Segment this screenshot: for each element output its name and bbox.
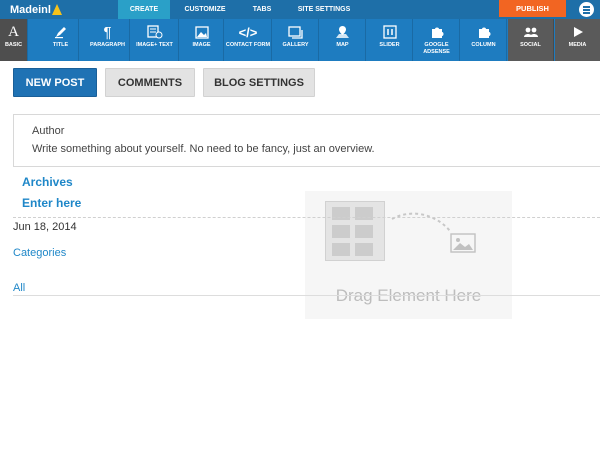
categories-link[interactable]: Categories — [13, 247, 66, 259]
tool-image[interactable]: IMAGE — [180, 19, 224, 61]
element-toolbar: A BASIC TITLE ¶ PARAGRAPH IMAGE+ TEXT IM… — [0, 19, 600, 61]
social-icon — [508, 23, 553, 41]
archives-heading: Archives — [22, 175, 73, 189]
tool-gallery[interactable]: GALLERY — [273, 19, 319, 61]
blog-settings-button[interactable]: BLOG SETTINGS — [203, 68, 315, 97]
tool-image-text[interactable]: IMAGE+ TEXT — [131, 19, 179, 61]
image-icon — [180, 23, 223, 41]
tool-map[interactable]: MAP — [320, 19, 366, 61]
top-nav-bar: Madeinl CREATE CUSTOMIZE TABS SITE SETTI… — [0, 0, 600, 19]
tool-paragraph[interactable]: ¶ PARAGRAPH — [86, 19, 130, 61]
archives-enter-link[interactable]: Enter here — [22, 196, 81, 210]
tool-slider[interactable]: SLIDER — [367, 19, 413, 61]
drop-zone[interactable]: Drag Element Here — [305, 191, 512, 319]
image-placeholder-icon — [450, 233, 476, 253]
comments-button[interactable]: COMMENTS — [105, 68, 195, 97]
divider — [13, 295, 600, 296]
all-link[interactable]: All — [13, 282, 25, 294]
tool-social[interactable]: SOCIAL — [508, 19, 554, 61]
divider — [13, 217, 600, 218]
author-description: Write something about yourself. No need … — [32, 143, 375, 155]
tool-google-adsense[interactable]: GOOGLE ADSENSE — [414, 19, 460, 61]
new-post-button[interactable]: NEW POST — [13, 68, 97, 97]
tab-tabs[interactable]: TABS — [245, 0, 279, 19]
column-icon — [461, 23, 506, 41]
puzzle-icon — [414, 23, 459, 41]
gallery-icon — [273, 23, 318, 41]
tool-contact-form[interactable]: </> CONTACT FORM — [225, 19, 272, 61]
logo-mark-icon — [51, 4, 62, 15]
pen-icon — [43, 23, 78, 41]
tool-media[interactable]: MEDIA — [555, 19, 600, 61]
play-icon — [555, 23, 600, 41]
tab-site-settings[interactable]: SITE SETTINGS — [290, 0, 358, 19]
code-icon: </> — [238, 24, 258, 40]
tool-column[interactable]: COLUMN — [461, 19, 507, 61]
tool-basic[interactable]: A BASIC — [0, 19, 28, 61]
author-title: Author — [32, 125, 65, 137]
menu-icon[interactable] — [579, 2, 594, 17]
publish-button[interactable]: PUBLISH — [499, 0, 566, 17]
map-icon — [320, 23, 365, 41]
tab-create[interactable]: CREATE — [118, 0, 170, 19]
author-box[interactable]: Author Write something about yourself. N… — [13, 114, 600, 167]
logo-text: Madeinl — [10, 3, 51, 16]
tool-title[interactable]: TITLE — [43, 19, 79, 61]
text-icon: A — [8, 23, 19, 40]
image-text-icon — [131, 23, 178, 41]
paragraph-icon: ¶ — [103, 23, 112, 41]
drop-zone-text: Drag Element Here — [335, 286, 482, 305]
slider-icon — [367, 23, 412, 41]
post-date: Jun 18, 2014 — [13, 221, 77, 233]
grid-icon — [325, 201, 385, 261]
tab-customize[interactable]: CUSTOMIZE — [176, 0, 234, 19]
logo[interactable]: Madeinl — [10, 1, 62, 18]
